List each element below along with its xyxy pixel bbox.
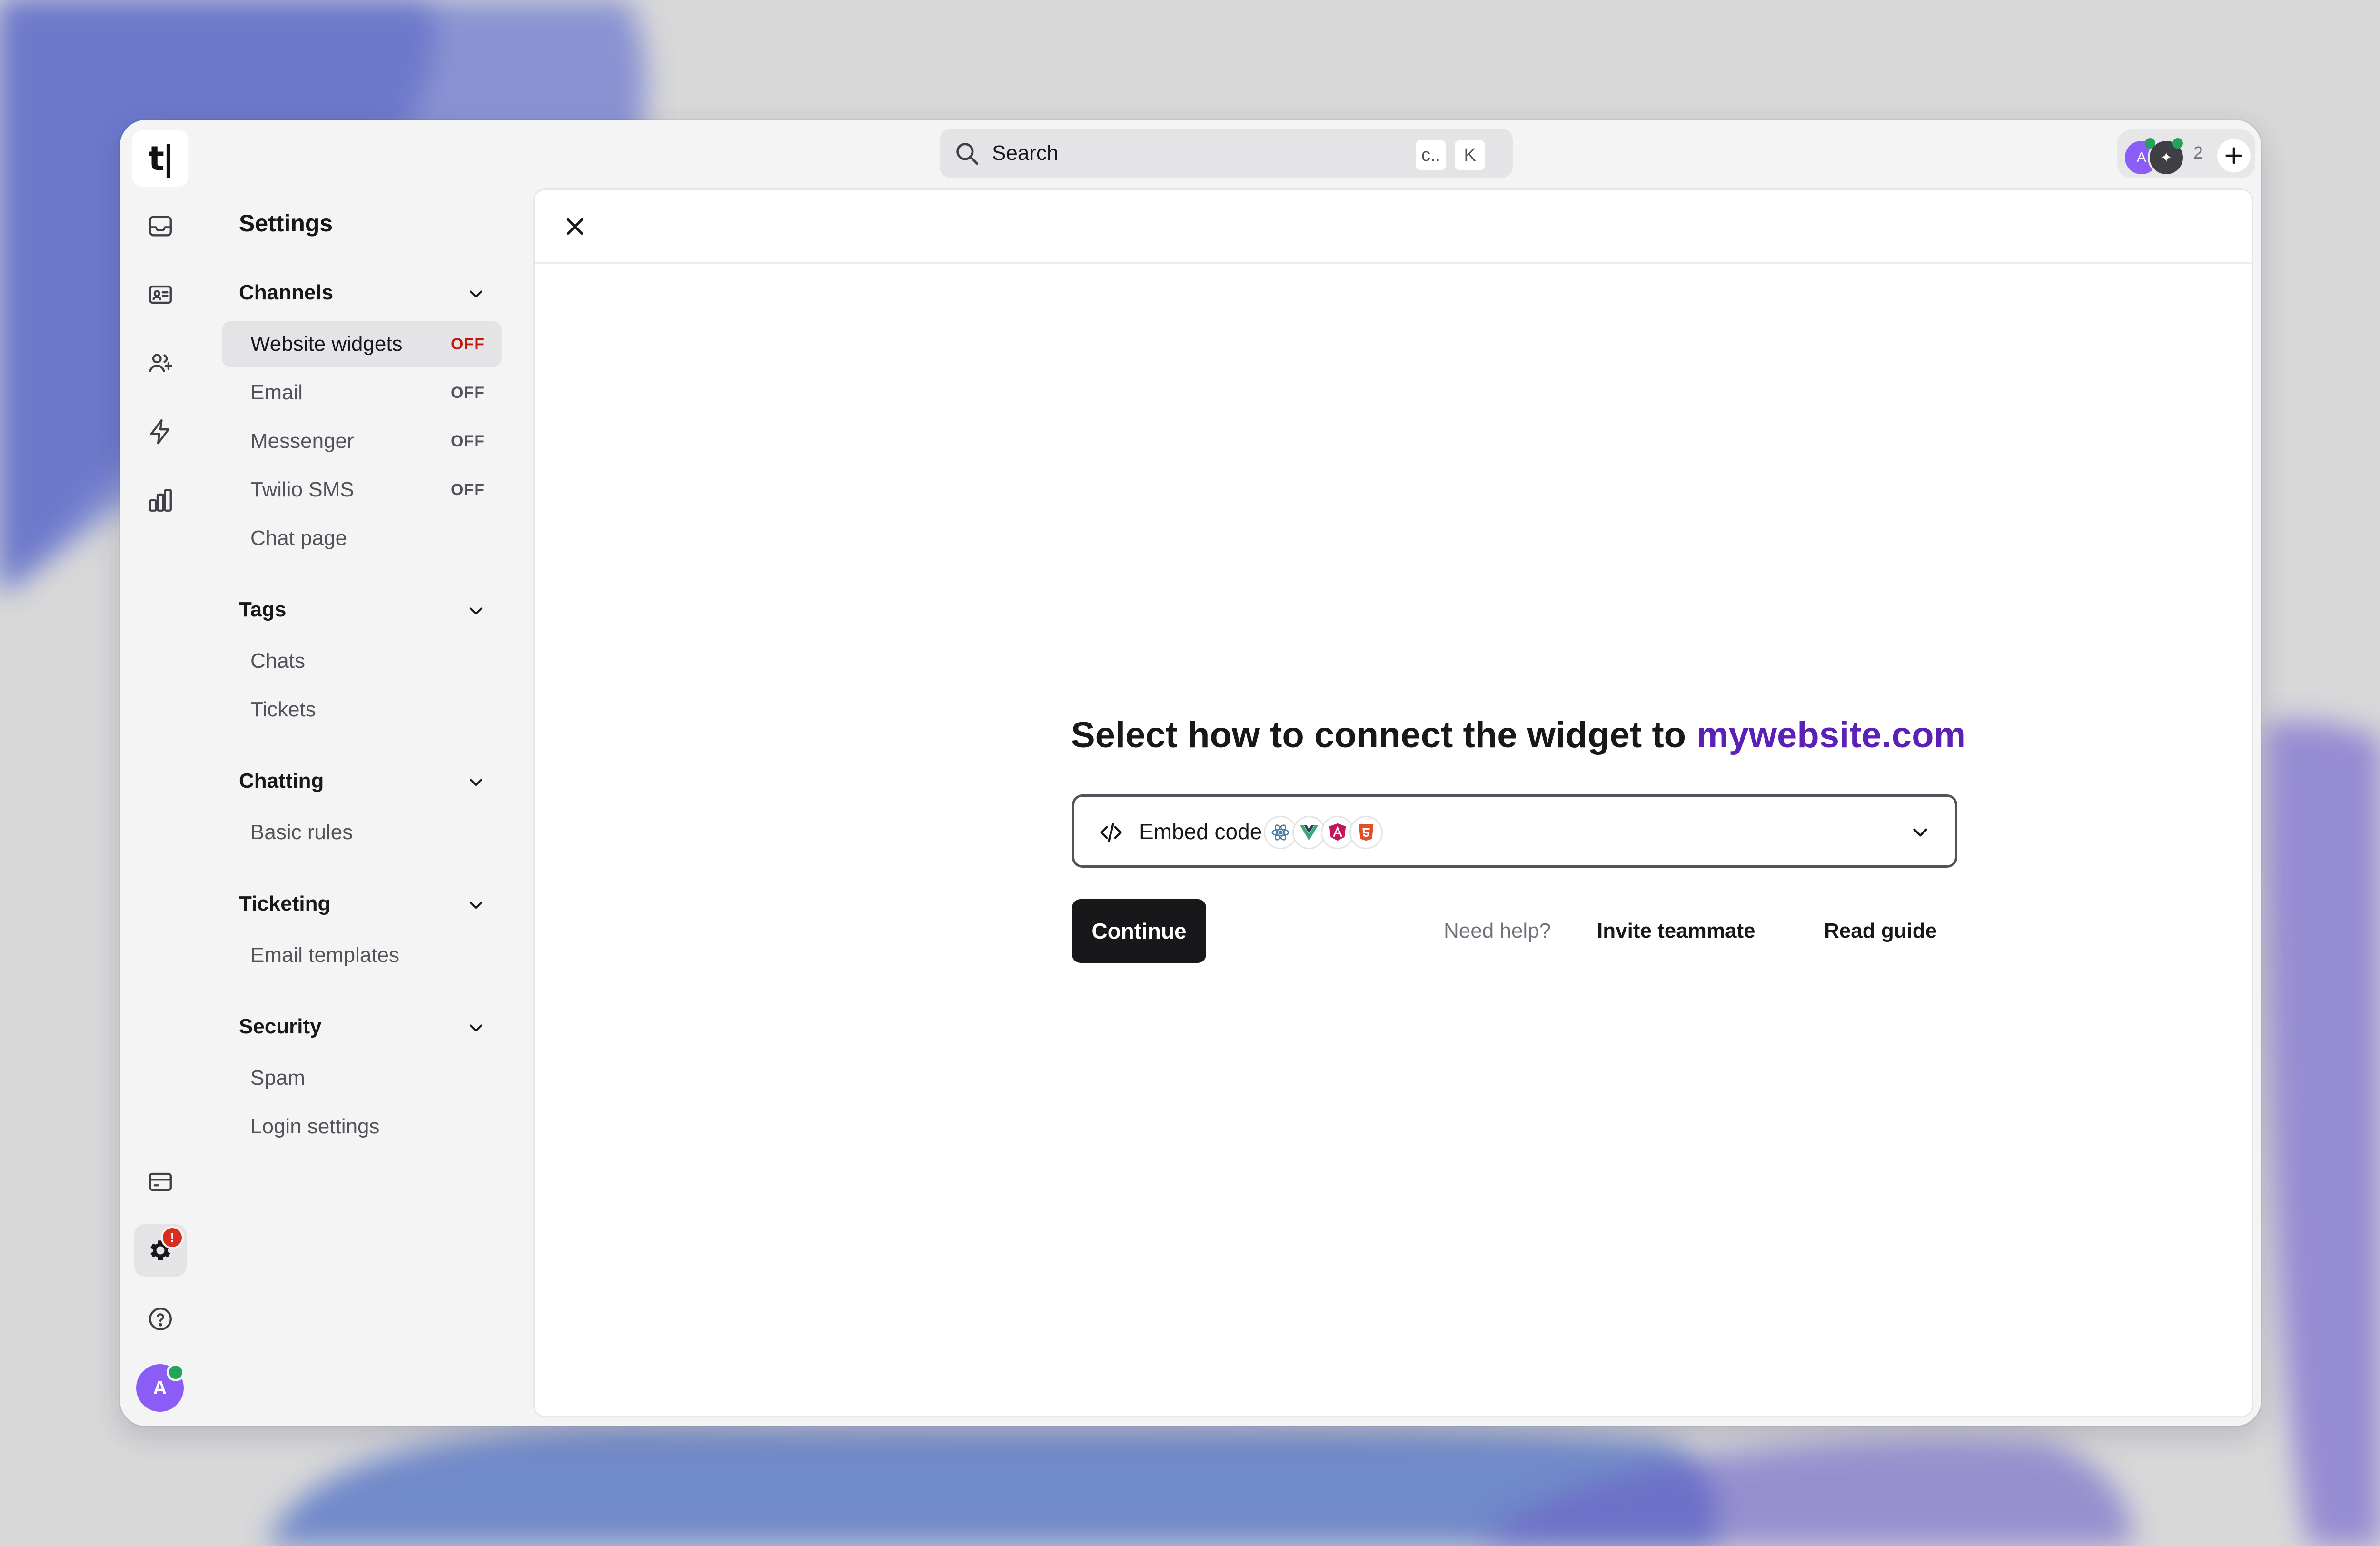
lightning-icon[interactable] xyxy=(134,406,187,458)
section-title: Security xyxy=(239,1015,322,1038)
alert-badge: ! xyxy=(161,1226,184,1249)
panel-header xyxy=(535,190,2252,264)
chevron-down-icon xyxy=(469,902,483,909)
sidebar-item-tickets[interactable]: Tickets xyxy=(222,687,502,733)
headline-text: Select how to connect the widget to xyxy=(1071,715,1686,755)
add-icon[interactable] xyxy=(2217,139,2251,172)
search-icon xyxy=(953,139,981,167)
code-icon xyxy=(1098,820,1124,845)
billing-card-icon[interactable] xyxy=(134,1156,187,1208)
close-button[interactable] xyxy=(558,210,592,243)
sidebar-item-label: Login settings xyxy=(250,1115,380,1138)
help-circle-icon[interactable] xyxy=(134,1293,187,1345)
sidebar-item-label: Basic rules xyxy=(250,821,353,844)
connection-method-select[interactable]: Embed code xyxy=(1072,794,1957,868)
status-badge: OFF xyxy=(451,383,485,402)
sidebar-item-label: Website widgets xyxy=(250,332,403,356)
sidebar-item-twilio-sms[interactable]: Twilio SMS OFF xyxy=(222,467,502,513)
team-presence[interactable]: A ✦ 2 xyxy=(2117,129,2255,178)
selected-method: Embed code xyxy=(1139,819,1262,844)
continue-button[interactable]: Continue xyxy=(1072,899,1206,963)
contact-card-icon[interactable] xyxy=(134,268,187,321)
sidebar-item-label: Chats xyxy=(250,649,305,673)
page-title: Select how to connect the widget to myweb… xyxy=(1071,714,1966,756)
online-status-dot xyxy=(2172,138,2183,149)
settings-gear-icon[interactable]: ! xyxy=(134,1224,187,1277)
section-title: Channels xyxy=(239,281,334,304)
chevron-down-icon xyxy=(1908,821,1932,844)
online-status-dot xyxy=(167,1363,185,1381)
sidebar-item-label: Tickets xyxy=(250,698,316,721)
sidebar-item-messenger[interactable]: Messenger OFF xyxy=(222,418,502,464)
app-logo[interactable]: t| xyxy=(132,130,188,187)
sidebar-item-chat-page[interactable]: Chat page xyxy=(222,515,502,561)
sidebar-item-label: Messenger xyxy=(250,429,354,453)
sidebar-item-email[interactable]: Email OFF xyxy=(222,370,502,416)
website-domain: mywebsite.com xyxy=(1696,715,1966,755)
sidebar-item-email-templates[interactable]: Email templates xyxy=(222,932,502,978)
section-channels[interactable]: Channels xyxy=(239,281,486,309)
section-ticketing[interactable]: Ticketing xyxy=(239,892,486,921)
sidebar-item-login-settings[interactable]: Login settings xyxy=(222,1104,502,1150)
chevron-down-icon xyxy=(469,290,483,298)
widget-setup-panel: Select how to connect the widget to myweb… xyxy=(533,188,2253,1417)
section-title: Chatting xyxy=(239,769,324,793)
section-security[interactable]: Security xyxy=(239,1015,486,1043)
chevron-down-icon xyxy=(469,1024,483,1032)
shortcut-key-modifier: c.. xyxy=(1416,140,1447,170)
inbox-icon[interactable] xyxy=(134,200,187,252)
online-count: 2 xyxy=(2193,143,2203,162)
shortcut-key-k: K xyxy=(1455,140,1485,170)
status-badge: OFF xyxy=(451,432,485,450)
section-title: Tags xyxy=(239,598,287,621)
html5-icon xyxy=(1349,816,1383,849)
search-bar[interactable]: Search c.. K xyxy=(940,129,1513,178)
sidebar-item-label: Email templates xyxy=(250,943,400,967)
sidebar-item-label: Email xyxy=(250,381,303,404)
close-icon xyxy=(566,218,584,235)
need-help-text: Need help? xyxy=(1444,919,1551,942)
online-status-dot xyxy=(2145,138,2155,149)
user-avatar-initial: A xyxy=(153,1377,167,1398)
user-avatar[interactable]: A xyxy=(136,1363,185,1412)
chevron-down-icon xyxy=(469,779,483,786)
sidebar-item-basic-rules[interactable]: Basic rules xyxy=(222,810,502,855)
sidebar-item-label: Twilio SMS xyxy=(250,478,354,501)
chevron-down-icon xyxy=(469,607,483,615)
sidebar-item-chats[interactable]: Chats xyxy=(222,638,502,684)
users-add-icon[interactable] xyxy=(134,337,187,389)
settings-title: Settings xyxy=(239,210,333,237)
sidebar-item-website-widgets[interactable]: Website widgets OFF xyxy=(222,321,502,367)
sidebar-item-spam[interactable]: Spam xyxy=(222,1055,502,1101)
bar-chart-icon[interactable] xyxy=(134,474,187,526)
section-title: Ticketing xyxy=(239,892,331,915)
app-window: t| ! A Search c.. K A ✦ 2 Settings Chann… xyxy=(120,120,2261,1426)
invite-teammate-button[interactable]: Invite teammate xyxy=(1597,919,1755,943)
sidebar-item-label: Chat page xyxy=(250,526,347,550)
read-guide-button[interactable]: Read guide xyxy=(1824,919,1937,943)
status-badge: OFF xyxy=(451,335,485,353)
sidebar-item-label: Spam xyxy=(250,1066,305,1090)
section-tags[interactable]: Tags xyxy=(239,598,486,626)
status-badge: OFF xyxy=(451,480,485,499)
search-placeholder: Search xyxy=(992,141,1059,165)
section-chatting[interactable]: Chatting xyxy=(239,769,486,798)
